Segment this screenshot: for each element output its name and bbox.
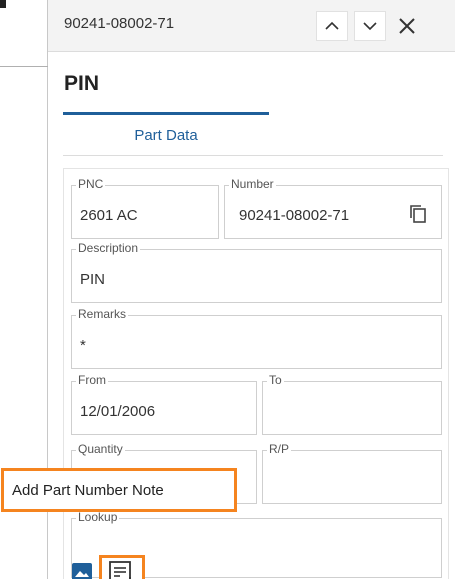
add-note-icon: [109, 561, 131, 579]
page-title: PIN: [64, 72, 100, 95]
from-value: 12/01/2006: [80, 403, 156, 420]
image-icon[interactable]: [72, 563, 92, 579]
number-label: Number: [229, 177, 276, 191]
description-value: PIN: [80, 271, 106, 288]
to-label: To: [267, 373, 284, 387]
pnc-label: PNC: [76, 177, 106, 191]
divider: [0, 66, 48, 67]
rp-label: R/P: [267, 442, 292, 456]
from-label: From: [76, 373, 108, 387]
window-corner: [0, 0, 6, 8]
description-field[interactable]: Description PIN: [71, 241, 442, 303]
chevron-up-icon: [325, 21, 339, 30]
panel-header: 90241-08002-71: [48, 0, 455, 52]
quantity-label: Quantity: [76, 442, 125, 456]
add-part-number-note-button[interactable]: [99, 555, 145, 579]
to-field[interactable]: To: [262, 373, 442, 435]
from-field[interactable]: From 12/01/2006: [71, 373, 257, 435]
app-root: 90241-08002-71 PIN Part Data PNC 2601 AC…: [0, 0, 455, 579]
remarks-field[interactable]: Remarks *: [71, 307, 442, 369]
remarks-label: Remarks: [76, 307, 129, 321]
pnc-value: 2601 AC: [80, 207, 138, 224]
description-label: Description: [76, 241, 141, 255]
part-data-form: PNC 2601 AC Number 90241-08002-71 Descri…: [63, 168, 449, 579]
close-button[interactable]: [391, 10, 423, 42]
tab-part-data[interactable]: Part Data: [63, 112, 269, 156]
add-note-tooltip: Add Part Number Note: [1, 468, 237, 512]
tab-bar: Part Data: [63, 112, 443, 156]
number-value: 90241-08002-71: [239, 207, 350, 224]
rp-field[interactable]: R/P: [262, 442, 442, 504]
remarks-value: *: [80, 337, 86, 354]
chevron-down-icon: [363, 22, 377, 31]
header-part-number: 90241-08002-71: [64, 15, 175, 32]
number-field[interactable]: Number 90241-08002-71: [224, 177, 442, 239]
lookup-label: Lookup: [76, 510, 120, 524]
next-button[interactable]: [354, 11, 386, 41]
close-icon: [399, 18, 415, 34]
pnc-field[interactable]: PNC 2601 AC: [71, 177, 219, 239]
copy-icon[interactable]: [409, 204, 427, 224]
previous-button[interactable]: [316, 11, 348, 41]
